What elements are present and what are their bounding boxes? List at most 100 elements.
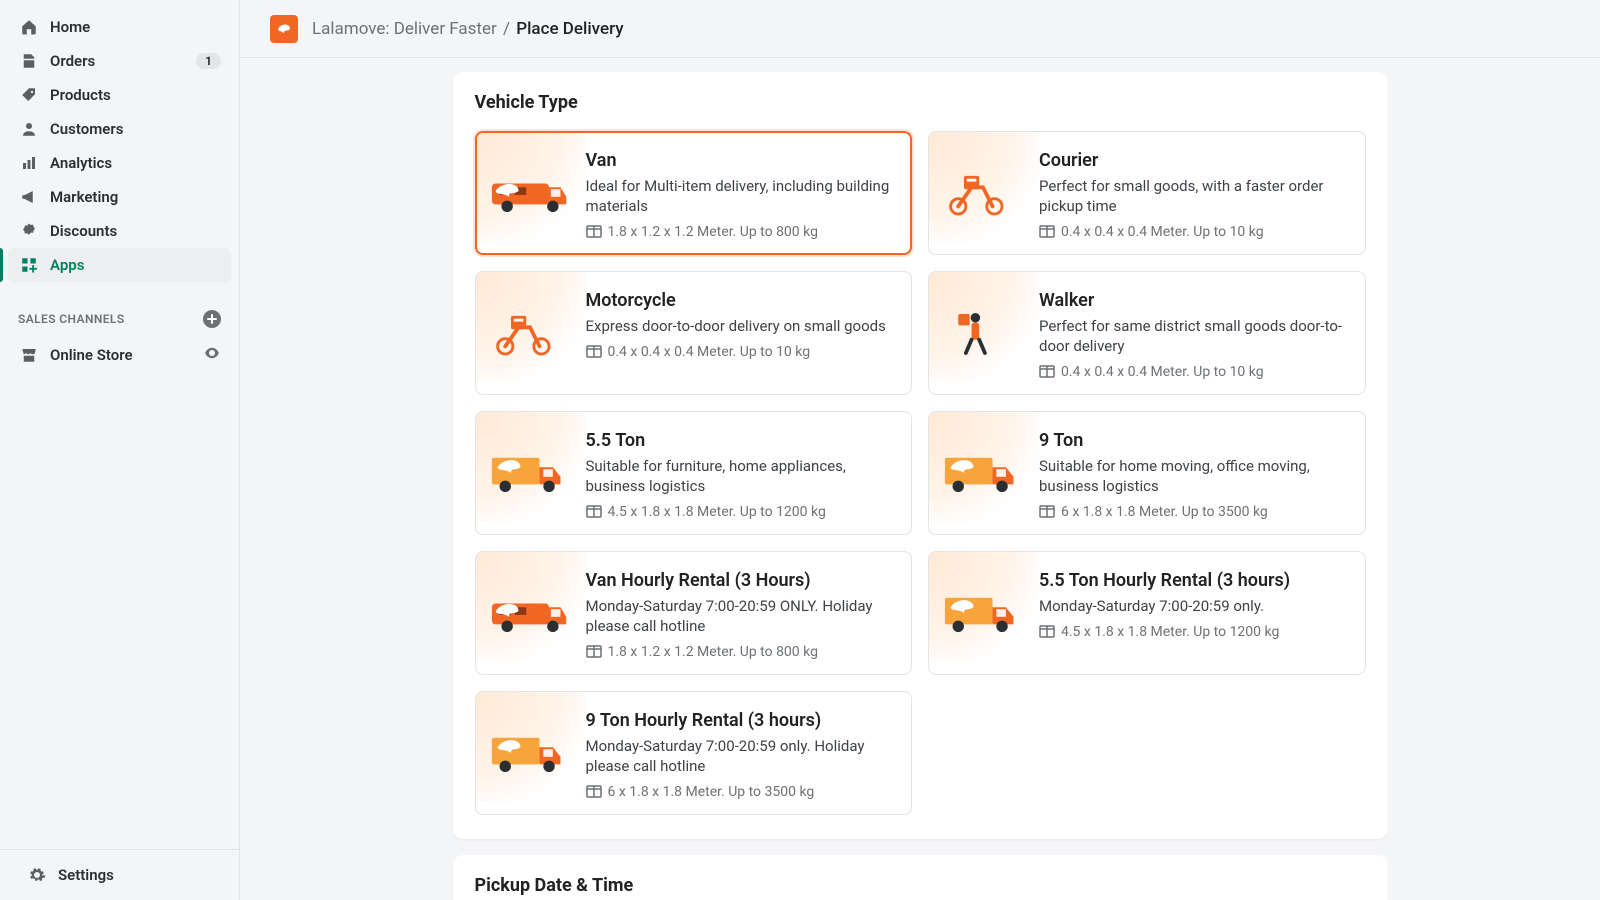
- vehicle-dim-text: 0.4 x 0.4 x 0.4 Meter. Up to 10 kg: [1061, 364, 1264, 380]
- vehicle-dimensions: 4.5 x 1.8 x 1.8 Meter. Up to 1200 kg: [1039, 622, 1351, 642]
- discount-icon: [18, 222, 40, 240]
- package-icon: [586, 642, 602, 662]
- package-icon: [586, 222, 602, 242]
- sidebar-item-label: Marketing: [50, 188, 221, 206]
- store-icon: [18, 346, 40, 364]
- home-icon: [18, 18, 40, 36]
- sidebar-item-label: Orders: [50, 52, 196, 70]
- vehicle-dim-text: 1.8 x 1.2 x 1.2 Meter. Up to 800 kg: [608, 644, 818, 660]
- breadcrumb-app[interactable]: Lalamove: Deliver Faster: [312, 19, 497, 39]
- vehicle-tile[interactable]: 5.5 Ton Suitable for furniture, home app…: [475, 411, 913, 535]
- vehicle-name: 5.5 Ton Hourly Rental (3 hours): [1039, 570, 1351, 592]
- sidebar-item-orders[interactable]: Orders 1: [8, 44, 231, 78]
- pickup-card: Pickup Date & Time: [453, 855, 1388, 900]
- vehicle-illustration: [943, 424, 1023, 522]
- vehicle-dim-text: 6 x 1.8 x 1.8 Meter. Up to 3500 kg: [608, 784, 815, 800]
- sidebar-item-settings[interactable]: Settings: [16, 858, 223, 892]
- app-logo-icon: [270, 15, 298, 43]
- vehicle-name: Courier: [1039, 150, 1351, 172]
- vehicle-desc: Monday-Saturday 7:00-20:59 only. Holiday…: [586, 736, 898, 777]
- vehicle-tile[interactable]: 9 Ton Hourly Rental (3 hours) Monday-Sat…: [475, 691, 913, 815]
- vehicle-dimensions: 0.4 x 0.4 x 0.4 Meter. Up to 10 kg: [1039, 362, 1351, 382]
- vehicle-tile[interactable]: Walker Perfect for same district small g…: [928, 271, 1366, 395]
- sidebar-item-label: Discounts: [50, 222, 221, 240]
- tag-icon: [18, 86, 40, 104]
- sidebar-item-marketing[interactable]: Marketing: [8, 180, 231, 214]
- vehicle-desc: Perfect for same district small goods do…: [1039, 316, 1351, 357]
- vehicle-name: Van: [586, 150, 898, 172]
- vehicle-tile[interactable]: Courier Perfect for small goods, with a …: [928, 131, 1366, 255]
- package-icon: [586, 782, 602, 802]
- vehicle-dim-text: 0.4 x 0.4 x 0.4 Meter. Up to 10 kg: [1061, 224, 1264, 240]
- vehicle-dim-text: 0.4 x 0.4 x 0.4 Meter. Up to 10 kg: [608, 344, 811, 360]
- vehicle-name: 9 Ton Hourly Rental (3 hours): [586, 710, 898, 732]
- package-icon: [586, 502, 602, 522]
- vehicle-illustration: [943, 144, 1023, 242]
- package-icon: [586, 342, 602, 362]
- vehicle-desc: Express door-to-door delivery on small g…: [586, 316, 898, 336]
- sales-channels-label: SALES CHANNELS: [18, 312, 125, 326]
- view-store-button[interactable]: [203, 344, 221, 366]
- sidebar-item-home[interactable]: Home: [8, 10, 231, 44]
- orders-icon: [18, 52, 40, 70]
- vehicle-desc: Perfect for small goods, with a faster o…: [1039, 176, 1351, 217]
- sidebar-section-label: SALES CHANNELS: [0, 282, 239, 338]
- vehicle-dimensions: 1.8 x 1.2 x 1.2 Meter. Up to 800 kg: [586, 222, 898, 242]
- sidebar-item-analytics[interactable]: Analytics: [8, 146, 231, 180]
- vehicle-info: 5.5 Ton Hourly Rental (3 hours) Monday-S…: [1039, 564, 1351, 662]
- sidebar-nav: Home Orders 1 Products Customers A: [0, 10, 239, 282]
- vehicle-info: 9 Ton Suitable for home moving, office m…: [1039, 424, 1351, 522]
- package-icon: [1039, 362, 1055, 382]
- vehicle-illustration: [943, 564, 1023, 662]
- vehicle-type-title: Vehicle Type: [475, 92, 1366, 113]
- vehicle-tile[interactable]: Motorcycle Express door-to-door delivery…: [475, 271, 913, 395]
- breadcrumb: Lalamove: Deliver Faster / Place Deliver…: [312, 19, 624, 39]
- vehicle-name: Motorcycle: [586, 290, 898, 312]
- vehicle-illustration: [490, 144, 570, 242]
- sidebar-item-apps[interactable]: Apps: [8, 248, 231, 282]
- sidebar-item-label: Analytics: [50, 154, 221, 172]
- vehicle-info: Van Ideal for Multi-item delivery, inclu…: [586, 144, 898, 242]
- vehicle-desc: Monday-Saturday 7:00-20:59 only.: [1039, 596, 1351, 616]
- vehicle-info: Motorcycle Express door-to-door delivery…: [586, 284, 898, 382]
- vehicle-tile[interactable]: Van Ideal for Multi-item delivery, inclu…: [475, 131, 913, 255]
- vehicle-dim-text: 1.8 x 1.2 x 1.2 Meter. Up to 800 kg: [608, 224, 818, 240]
- sidebar-item-customers[interactable]: Customers: [8, 112, 231, 146]
- topbar: Lalamove: Deliver Faster / Place Deliver…: [240, 0, 1600, 58]
- vehicle-dim-text: 4.5 x 1.8 x 1.8 Meter. Up to 1200 kg: [608, 504, 826, 520]
- vehicle-name: 9 Ton: [1039, 430, 1351, 452]
- sidebar-item-label: Products: [50, 86, 221, 104]
- sidebar-item-products[interactable]: Products: [8, 78, 231, 112]
- sidebar-item-label: Apps: [50, 256, 221, 274]
- sidebar-item-label: Customers: [50, 120, 221, 138]
- gear-icon: [26, 866, 48, 884]
- vehicle-info: Courier Perfect for small goods, with a …: [1039, 144, 1351, 242]
- vehicle-grid: Van Ideal for Multi-item delivery, inclu…: [475, 131, 1366, 815]
- vehicle-dim-text: 4.5 x 1.8 x 1.8 Meter. Up to 1200 kg: [1061, 624, 1279, 640]
- sidebar-item-online-store[interactable]: Online Store: [8, 338, 231, 372]
- package-icon: [1039, 222, 1055, 242]
- vehicle-info: 9 Ton Hourly Rental (3 hours) Monday-Sat…: [586, 704, 898, 802]
- add-channel-button[interactable]: [203, 310, 221, 328]
- package-icon: [1039, 622, 1055, 642]
- sidebar-channels: Online Store: [0, 338, 239, 372]
- chart-icon: [18, 154, 40, 172]
- vehicle-tile[interactable]: 9 Ton Suitable for home moving, office m…: [928, 411, 1366, 535]
- sidebar-item-discounts[interactable]: Discounts: [8, 214, 231, 248]
- vehicle-desc: Monday-Saturday 7:00-20:59 ONLY. Holiday…: [586, 596, 898, 637]
- sidebar-item-label: Online Store: [50, 346, 203, 364]
- vehicle-info: Walker Perfect for same district small g…: [1039, 284, 1351, 382]
- sidebar-footer: Settings: [0, 849, 239, 900]
- vehicle-info: 5.5 Ton Suitable for furniture, home app…: [586, 424, 898, 522]
- vehicle-dimensions: 6 x 1.8 x 1.8 Meter. Up to 3500 kg: [586, 782, 898, 802]
- vehicle-illustration: [490, 424, 570, 522]
- sidebar-item-label: Home: [50, 18, 221, 36]
- main-content: Vehicle Type Van Ideal for Multi-item de…: [240, 58, 1600, 900]
- vehicle-illustration: [490, 284, 570, 382]
- breadcrumb-page: Place Delivery: [516, 19, 623, 39]
- megaphone-icon: [18, 188, 40, 206]
- vehicle-dimensions: 0.4 x 0.4 x 0.4 Meter. Up to 10 kg: [1039, 222, 1351, 242]
- vehicle-tile[interactable]: 5.5 Ton Hourly Rental (3 hours) Monday-S…: [928, 551, 1366, 675]
- package-icon: [1039, 502, 1055, 522]
- vehicle-tile[interactable]: Van Hourly Rental (3 Hours) Monday-Satur…: [475, 551, 913, 675]
